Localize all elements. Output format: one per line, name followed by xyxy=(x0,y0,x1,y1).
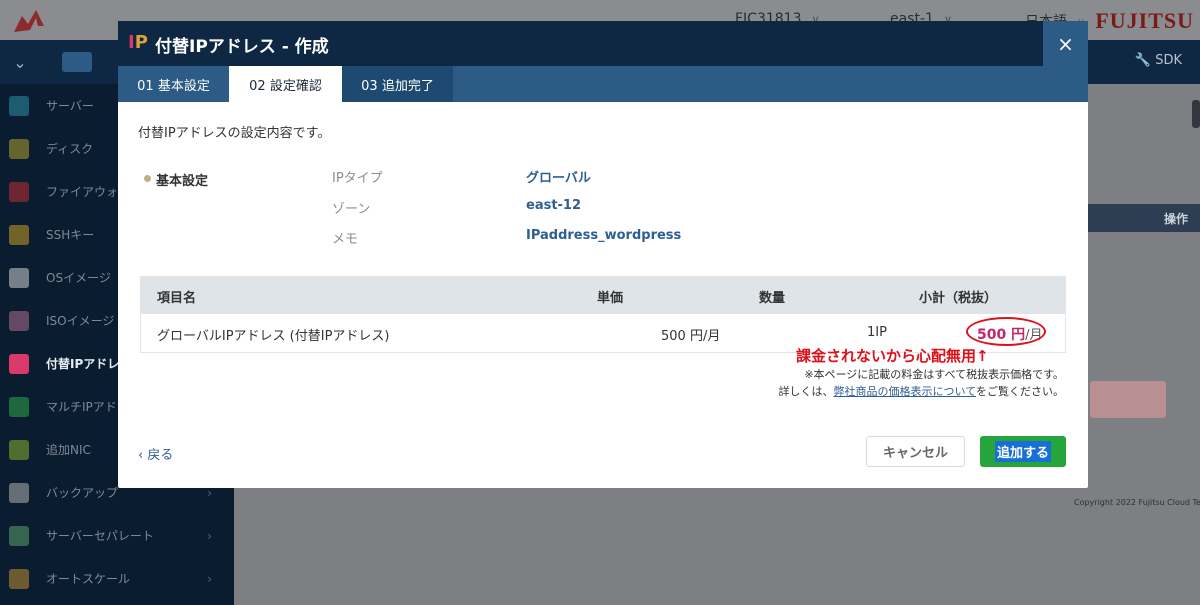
price-display-link[interactable]: 弊社商品の価格表示について xyxy=(834,385,976,398)
tab-confirm-settings[interactable]: 02 設定確認 xyxy=(229,66,342,102)
multi-ip-icon xyxy=(9,396,29,417)
field-zone-label: ゾーン xyxy=(332,202,371,217)
tab-complete[interactable]: 03 追加完了 xyxy=(342,66,453,102)
os-image-icon xyxy=(9,267,29,288)
app-logo-icon[interactable] xyxy=(8,4,52,36)
sidebar-item-label: OSイメージ xyxy=(46,271,111,285)
tab-basic-settings[interactable]: 01 基本設定 xyxy=(118,66,229,102)
chevron-right-icon: › xyxy=(207,528,212,543)
add-button-label: 追加する xyxy=(994,441,1051,462)
sidebar-item-label: 追加NIC xyxy=(46,443,91,457)
cancel-button[interactable]: キャンセル xyxy=(866,436,965,467)
step-tabs: 01 基本設定 02 設定確認 03 追加完了 xyxy=(118,66,1088,102)
row-unit-price: 500 円/月 xyxy=(661,329,721,344)
col-quantity: 数量 xyxy=(759,291,786,306)
separate-icon xyxy=(9,525,29,546)
key-icon xyxy=(9,224,29,245)
field-memo-label: メモ xyxy=(332,232,359,247)
annotation-text: 課金されないから心配無用↑ xyxy=(796,347,989,365)
close-icon[interactable]: × xyxy=(1043,21,1088,66)
field-memo-value: IPaddress_wordpress xyxy=(526,228,682,243)
sdk-link[interactable]: 🔧 SDK xyxy=(1135,53,1182,68)
highlight-oval xyxy=(966,317,1046,346)
bullet-icon xyxy=(144,175,151,182)
action-button[interactable] xyxy=(1192,100,1200,128)
col-unit-price: 単価 xyxy=(597,291,624,306)
row-item-name: グローバルIPアドレス (付替IPアドレス) xyxy=(157,329,390,344)
field-ip-type-value: グローバル xyxy=(526,171,591,186)
chevron-right-icon: › xyxy=(207,571,212,586)
back-label: 戻る xyxy=(147,448,174,463)
field-ip-type-label: IPタイプ xyxy=(332,171,383,186)
fujitsu-logo: FUJITSU xyxy=(1095,8,1194,33)
col-item-name: 項目名 xyxy=(157,291,197,306)
add-button[interactable]: 追加する xyxy=(980,436,1066,467)
ip-icon: IP xyxy=(128,32,148,53)
tax-note: ※本ページに記載の料金はすべて税抜表示価格です。 xyxy=(804,368,1064,381)
intro-text: 付替IPアドレスの設定内容です。 xyxy=(138,126,331,141)
primary-button[interactable] xyxy=(1090,381,1166,418)
backup-icon xyxy=(9,482,29,503)
sidebar-item-label: ISOイメージ xyxy=(46,314,115,328)
sdk-label: SDK xyxy=(1155,53,1182,68)
col-subtotal: 小計（税抜） xyxy=(919,291,998,306)
create-ip-dialog: IP 付替IPアドレス - 作成 × 01 基本設定 02 設定確認 03 追加… xyxy=(118,21,1088,488)
price-note-post: をご覧ください。 xyxy=(976,385,1064,398)
sidebar-item-label: オートスケール xyxy=(46,572,131,586)
sidebar-item-label: バックアップ xyxy=(46,486,119,500)
price-note: 詳しくは、弊社商品の価格表示についてをご覧ください。 xyxy=(779,383,1064,399)
copyright: Copyright 2022 Fujitsu Cloud Tech xyxy=(1074,498,1200,507)
sidebar-item-label: ディスク xyxy=(46,142,94,156)
ip-icon xyxy=(9,353,29,374)
table-header-actions: 操作 xyxy=(1088,204,1200,232)
price-table: 項目名 単価 数量 小計（税抜） グローバルIPアドレス (付替IPアドレス) … xyxy=(140,276,1066,353)
disk-icon xyxy=(9,138,29,159)
row-quantity: 1IP xyxy=(867,325,887,340)
sidebar-item-label: サーバーセパレート xyxy=(46,529,154,543)
dialog-title: 付替IPアドレス - 作成 xyxy=(155,37,329,57)
autoscale-icon xyxy=(9,568,29,589)
server-icon xyxy=(9,95,29,116)
dialog-header: IP 付替IPアドレス - 作成 × xyxy=(118,21,1088,66)
price-note-pre: 詳しくは、 xyxy=(778,385,834,398)
home-icon[interactable] xyxy=(62,52,92,72)
sidebar-item-label: サーバー xyxy=(46,99,94,113)
sidebar-item-label: SSHキー xyxy=(46,228,95,242)
field-zone-value: east-12 xyxy=(526,198,582,213)
section-label: 基本設定 xyxy=(156,174,209,189)
chevron-down-icon[interactable]: ⌄ xyxy=(0,40,40,84)
sidebar-item[interactable]: サーバーセパレート › xyxy=(0,514,234,557)
firewall-icon xyxy=(9,181,29,202)
chevron-left-icon: ‹ xyxy=(138,448,148,463)
table-header: 項目名 単価 数量 小計（税抜） xyxy=(141,277,1065,314)
nic-icon xyxy=(9,439,29,460)
iso-image-icon xyxy=(9,310,29,331)
back-link[interactable]: ‹ 戻る xyxy=(138,444,173,463)
sidebar-item[interactable]: オートスケール › xyxy=(0,557,234,600)
